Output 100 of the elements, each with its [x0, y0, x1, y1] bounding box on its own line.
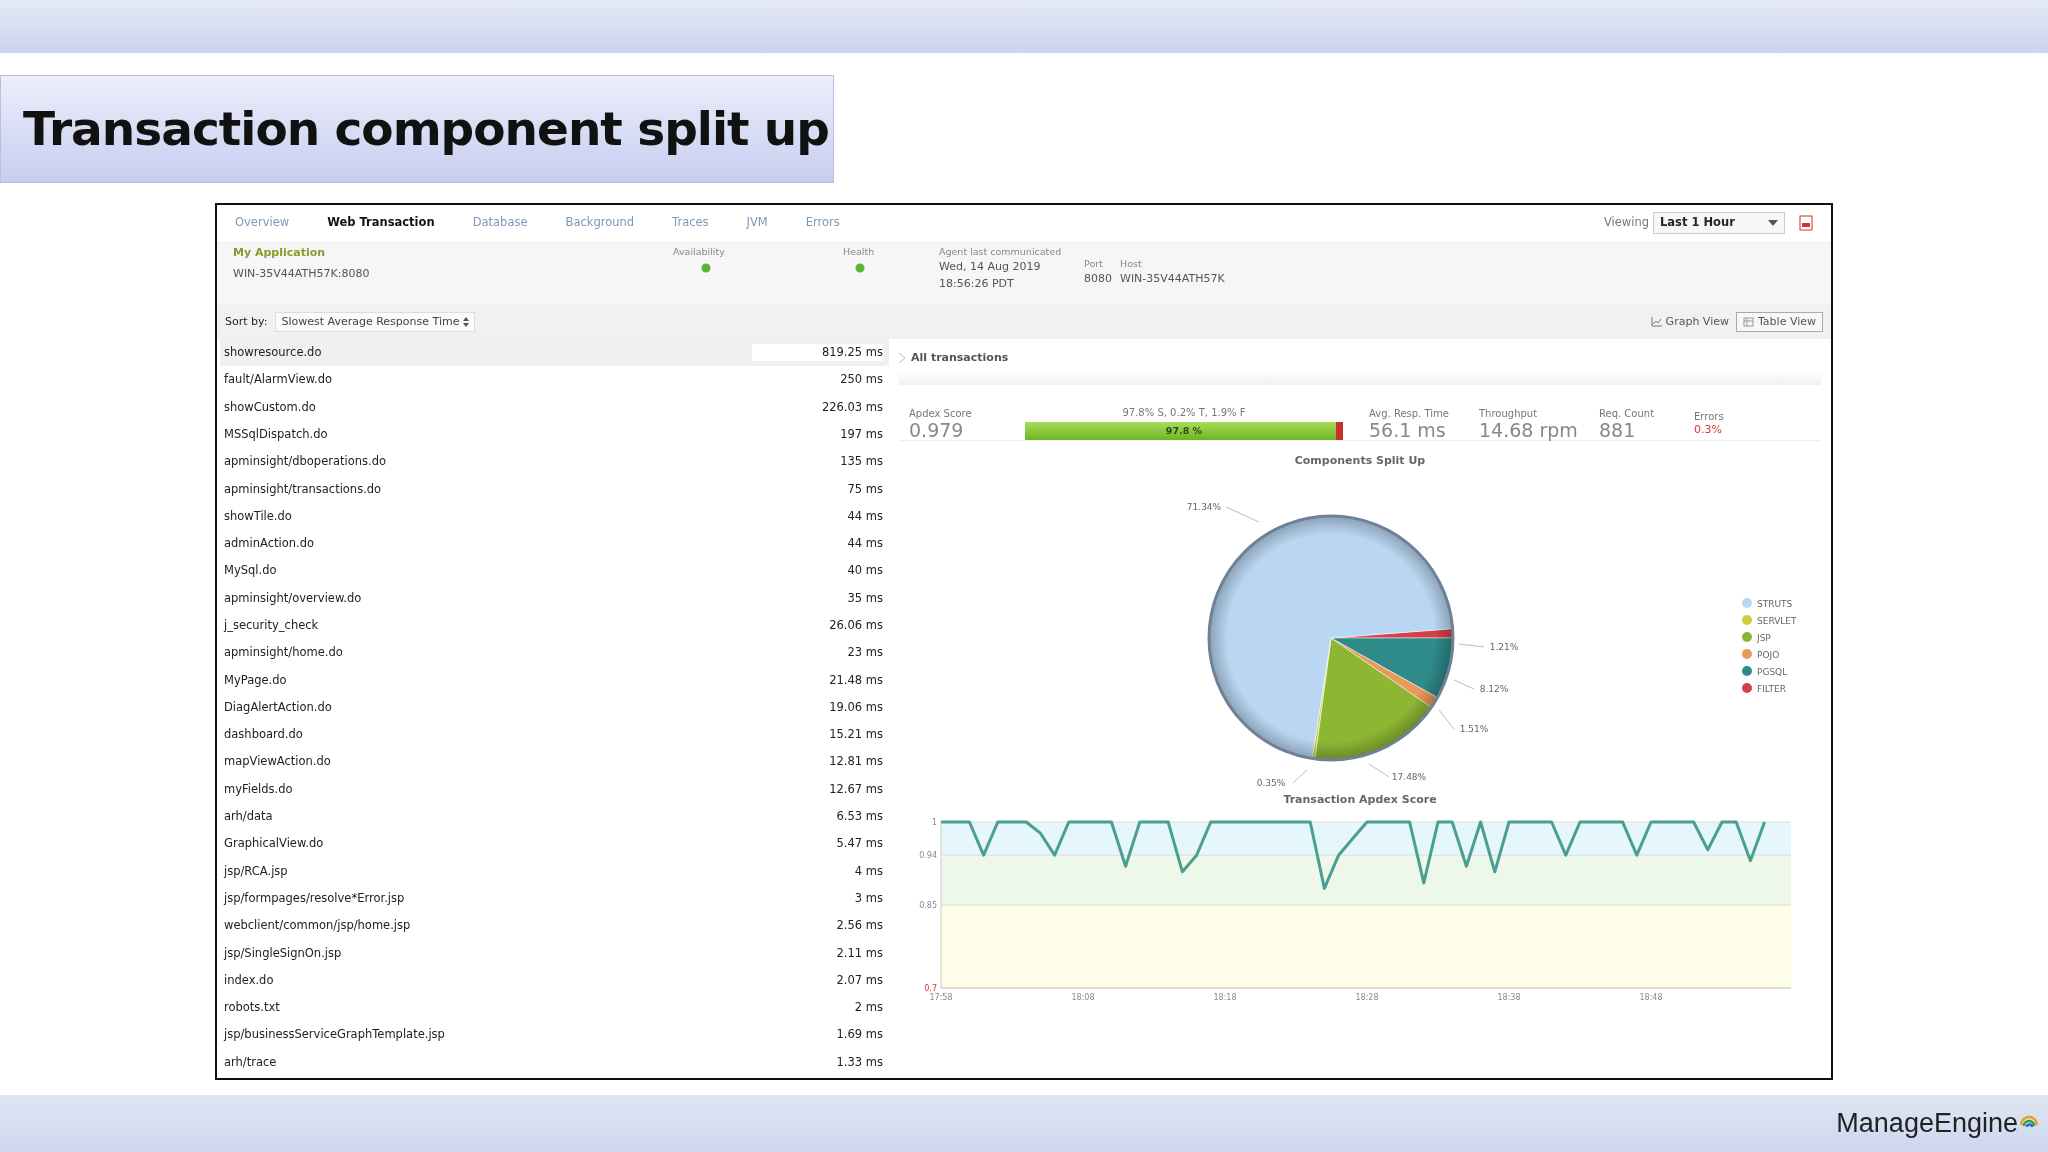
response-time: 23 ms — [847, 644, 883, 662]
response-time: 226.03 ms — [821, 398, 883, 416]
y-axis: 0.7 0.85 0.94 1 — [919, 818, 942, 993]
metric-value: 0.3% — [1694, 424, 1723, 435]
transaction-name: j_security_check — [224, 617, 319, 634]
response-time: 2.11 ms — [836, 944, 883, 962]
metric-label: Avg. Resp. Time — [1369, 407, 1450, 421]
slide-title: Transaction component split up — [23, 99, 829, 158]
y-tick-label: 0.7 — [924, 984, 937, 993]
metric-label: Req. Count — [1599, 407, 1656, 421]
application-address: WIN-35V44ATH57K:8080 — [233, 265, 371, 282]
legend-label: SERVLET — [1757, 615, 1798, 626]
response-time: 35 ms — [847, 589, 883, 607]
response-time: 3 ms — [854, 889, 883, 907]
slice-label: 8.12% — [1479, 683, 1509, 694]
y-tick-label: 1 — [931, 818, 937, 827]
transaction-name: webclient/common/jsp/home.jsp — [224, 917, 411, 935]
slice-label: 17.48% — [1391, 771, 1427, 782]
legend-label: PGSQL — [1757, 666, 1788, 677]
company-logo: ManageEngine — [1836, 1107, 2018, 1141]
response-time: 12.67 ms — [829, 780, 883, 798]
response-time: 197 ms — [840, 425, 883, 443]
response-time: 12.81 ms — [829, 753, 883, 771]
metric-label: Apdex Score — [909, 407, 973, 421]
status-label: Health — [843, 245, 875, 259]
host-value: WIN-35V44ATH57K — [1120, 271, 1226, 288]
response-time: 26.06 ms — [829, 617, 883, 634]
viewing-label: Viewing — [1603, 214, 1649, 232]
host-label: Host — [1120, 257, 1143, 271]
transaction-name: arh/trace — [224, 1053, 277, 1071]
metric-value: 14.68 rpm — [1479, 421, 1579, 440]
x-tick-label: 17:58 — [929, 993, 953, 1002]
metric-value: 56.1 ms — [1369, 421, 1447, 440]
y-tick-label: 0.85 — [919, 901, 937, 910]
x-tick-label: 18:28 — [1355, 993, 1379, 1002]
sort-label: Sort by: — [225, 313, 268, 330]
x-tick-label: 18:08 — [1071, 993, 1095, 1002]
apdex-bar: 97.8 % — [1025, 422, 1343, 440]
response-time: 2 ms — [854, 999, 883, 1017]
metric-value: 0.979 — [909, 421, 965, 440]
transaction-name: MSSqlDispatch.do — [224, 425, 328, 443]
response-time: 250 ms — [840, 371, 883, 389]
response-time: 19.06 ms — [829, 698, 883, 716]
application-name: My Application — [233, 245, 327, 261]
response-time: 1.33 ms — [836, 1053, 883, 1071]
slice-label: 0.35% — [1256, 777, 1286, 788]
legend-label: JSP — [1756, 632, 1772, 643]
slice-label: 71.34% — [1186, 501, 1222, 512]
x-tick-label: 18:48 — [1639, 993, 1663, 1002]
transaction-name: MySql.do — [224, 562, 277, 580]
transaction-name: index.do — [224, 971, 274, 989]
slice-label: 1.51% — [1459, 723, 1489, 734]
y-tick-label: 0.94 — [919, 851, 937, 861]
transaction-name: jsp/businessServiceGraphTemplate.jsp — [224, 1026, 445, 1044]
legend-label: FILTER — [1757, 683, 1787, 694]
apdex-breakdown: 97.8% S, 0.2% T, 1.9% F — [1122, 406, 1246, 420]
transaction-name: dashboard.do — [224, 726, 303, 744]
response-time: 5.47 ms — [836, 835, 883, 853]
transaction-name: jsp/formpages/resolve*Error.jsp — [224, 889, 405, 907]
transaction-name: fault/AlarmView.do — [224, 371, 333, 389]
response-time: 21.48 ms — [829, 671, 883, 689]
transaction-name: apminsight/home.do — [224, 644, 343, 662]
response-time: 819.25 ms — [751, 344, 883, 362]
transaction-name: DiagAlertAction.do — [224, 698, 332, 716]
response-time: 40 ms — [847, 562, 883, 580]
transaction-name: apminsight/overview.do — [224, 589, 362, 607]
x-tick-label: 18:38 — [1497, 993, 1521, 1002]
agent-label: Agent last communicated — [939, 245, 1063, 259]
transaction-name: apminsight/transactions.do — [224, 480, 382, 498]
chart-title: Components Split Up — [1293, 453, 1427, 469]
transaction-name: GraphicalView.do — [224, 835, 324, 853]
agent-date: Wed, 14 Aug 2019 — [939, 259, 1042, 276]
metric-value: 881 — [1599, 421, 1637, 440]
status-label: Availability — [673, 245, 725, 259]
transaction-name: jsp/SingleSignOn.jsp — [224, 944, 342, 962]
panel-title: All transactions — [911, 349, 1009, 366]
response-time: 75 ms — [847, 480, 883, 498]
chart-title: Transaction Apdex Score — [1282, 791, 1438, 808]
transaction-name: robots.txt — [224, 999, 280, 1017]
response-time: 135 ms — [840, 453, 883, 471]
response-time: 6.53 ms — [836, 808, 883, 826]
metric-label: Errors — [1694, 410, 1725, 424]
port-value: 8080 — [1084, 271, 1113, 288]
transaction-name: showresource.do — [224, 344, 322, 361]
response-time: 15.21 ms — [829, 726, 883, 744]
port-label: Port — [1084, 257, 1104, 271]
transaction-name: MyPage.do — [224, 671, 287, 689]
response-time: 44 ms — [847, 535, 883, 553]
metric-label: Throughput — [1479, 407, 1539, 421]
transaction-name: apminsight/dboperations.do — [224, 453, 386, 471]
response-time: 1.69 ms — [836, 1026, 883, 1044]
response-time: 2.07 ms — [836, 971, 883, 989]
transaction-name: showTile.do — [224, 507, 292, 525]
response-time: 2.56 ms — [836, 917, 883, 935]
transaction-name: showCustom.do — [224, 398, 316, 416]
transaction-name: mapViewAction.do — [224, 753, 331, 771]
transaction-name: myFields.do — [224, 780, 293, 798]
x-tick-label: 18:18 — [1213, 993, 1237, 1002]
transaction-name: jsp/RCA.jsp — [224, 862, 288, 880]
slice-label: 1.21% — [1489, 641, 1519, 652]
